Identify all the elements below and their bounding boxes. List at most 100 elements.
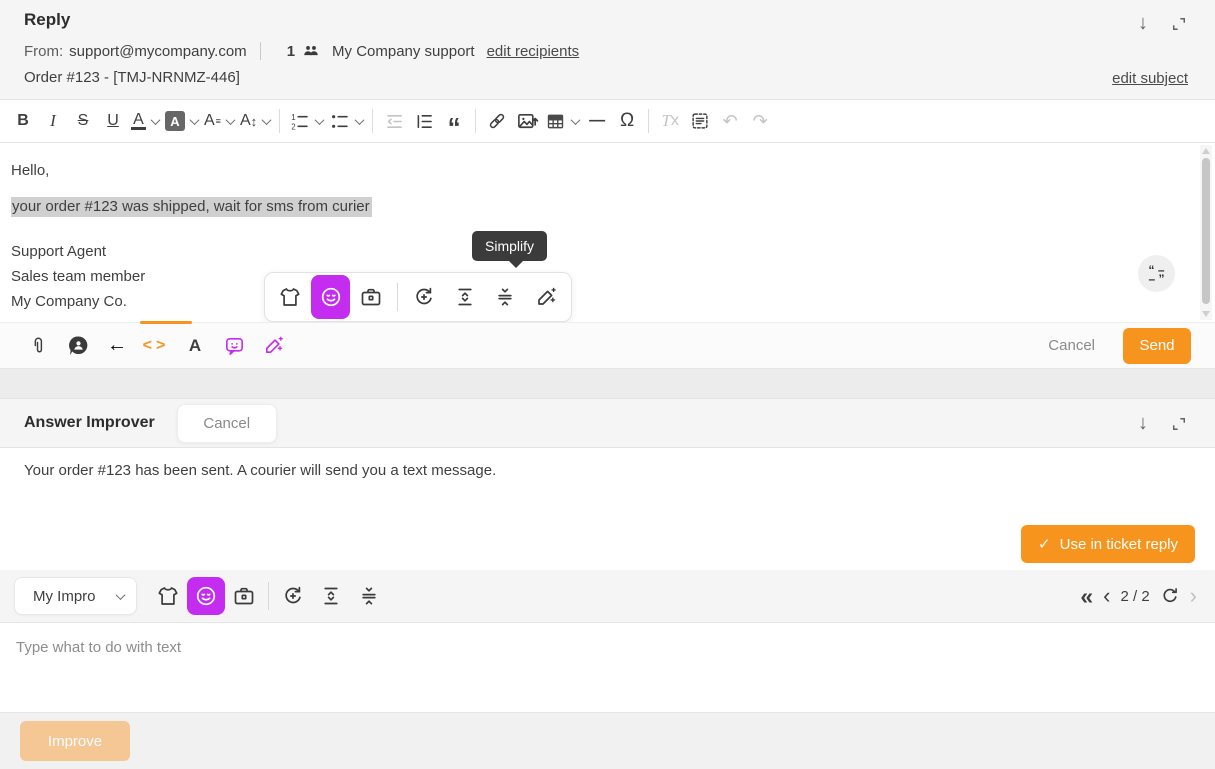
cancel-button[interactable]: Cancel — [1048, 337, 1095, 354]
expand-text-icon — [319, 584, 343, 608]
source-code-button[interactable]: <> — [141, 329, 171, 363]
chevron-down-icon — [315, 115, 325, 125]
improver-header-actions: ↓ — [1138, 399, 1188, 448]
simplify-icon — [493, 285, 517, 309]
expand-text-button[interactable] — [446, 275, 484, 319]
use-in-ticket-reply-button[interactable]: ✓ Use in ticket reply — [1021, 525, 1195, 563]
bold-icon: B — [17, 112, 29, 130]
simplify-button[interactable] — [486, 275, 524, 319]
omega-icon: Ω — [620, 110, 634, 132]
rephrase-icon — [412, 285, 436, 309]
undo-icon: ↶ — [723, 111, 738, 132]
improver-cancel-button[interactable]: Cancel — [177, 404, 277, 443]
horizontal-line-button[interactable]: — — [582, 104, 612, 138]
regenerate-button[interactable] — [1160, 586, 1180, 606]
numbered-list-button[interactable]: 12 — [286, 104, 326, 138]
canned-response-button[interactable] — [63, 329, 93, 363]
result-counter: 2 / 2 — [1120, 588, 1149, 605]
toolbar-separator — [372, 109, 373, 133]
text-mode-button[interactable]: A — [180, 329, 210, 363]
format-toolbar: B I S U A A A≡ A↕ 12 “ — [0, 99, 1215, 143]
ai-floating-toolbar — [264, 272, 572, 322]
answer-improver-panel: Answer Improver Cancel ↓ Your order #123… — [0, 399, 1215, 769]
font-family-lines-icon: ≡ — [216, 116, 221, 126]
improver-input-area — [0, 623, 1215, 712]
improver-preset-select[interactable]: My Impro — [14, 577, 137, 615]
magic-pen-icon — [262, 334, 285, 357]
editor-scrollbar[interactable] — [1200, 145, 1212, 320]
undo-button[interactable]: ↶ — [715, 104, 745, 138]
expand-button[interactable] — [1170, 15, 1188, 33]
edit-subject-link[interactable]: edit subject — [1112, 70, 1188, 87]
expand-text-icon — [453, 285, 477, 309]
casual-tone-button[interactable] — [149, 577, 187, 615]
rephrase-button[interactable] — [405, 275, 443, 319]
professional-tone-button[interactable] — [225, 577, 263, 615]
toolbar-separator — [397, 283, 398, 311]
bot-chat-icon — [223, 334, 246, 357]
rephrase-button[interactable] — [274, 577, 312, 615]
from-label: From: — [24, 43, 63, 60]
first-result-button[interactable]: « — [1080, 586, 1093, 606]
strikethrough-button[interactable]: S — [68, 104, 98, 138]
font-size-arrow-icon: ↕ — [251, 114, 258, 129]
canned-quotes-button[interactable]: “ – – ” — [1138, 255, 1175, 292]
expand-text-button[interactable] — [312, 577, 350, 615]
scroll-up-arrow[interactable] — [1202, 148, 1210, 154]
briefcase-icon — [232, 584, 256, 608]
toolbar-separator — [268, 582, 269, 610]
signature-line: Support Agent — [11, 239, 1191, 264]
underline-button[interactable]: U — [98, 104, 128, 138]
font-color-button[interactable]: A — [128, 104, 162, 138]
font-size-button[interactable]: A↕ — [237, 104, 273, 138]
outdent-button[interactable] — [379, 104, 409, 138]
redo-icon: ↷ — [753, 111, 768, 132]
select-all-button[interactable] — [685, 104, 715, 138]
insert-reply-button[interactable]: ← — [102, 329, 132, 363]
collapse-download-button[interactable]: ↓ — [1138, 12, 1148, 35]
svg-text:2: 2 — [291, 122, 295, 131]
chat-person-icon — [66, 334, 90, 358]
casual-tone-button[interactable] — [271, 275, 309, 319]
recipients-group-icon — [302, 44, 320, 58]
remove-format-button[interactable]: Tx — [655, 104, 685, 138]
rephrase-icon — [281, 584, 305, 608]
improve-button[interactable]: Improve — [20, 721, 130, 761]
code-icon: <> — [143, 337, 170, 355]
send-button[interactable]: Send — [1123, 328, 1191, 364]
italic-button[interactable]: I — [38, 104, 68, 138]
bold-button[interactable]: B — [8, 104, 38, 138]
ai-improve-button[interactable] — [258, 329, 288, 363]
blockquote-button[interactable]: “ — [439, 104, 469, 138]
edit-recipients-link[interactable]: edit recipients — [487, 43, 580, 60]
collapse-download-button[interactable]: ↓ — [1138, 412, 1148, 435]
simplify-button[interactable] — [350, 577, 388, 615]
previous-result-button[interactable]: ‹ — [1103, 586, 1110, 606]
improver-instruction-input[interactable] — [0, 623, 1215, 712]
expand-button[interactable] — [1170, 415, 1188, 433]
scrollbar-thumb[interactable] — [1202, 158, 1210, 304]
reply-editor[interactable]: Hello, your order #123 was shipped, wait… — [0, 143, 1215, 322]
special-character-button[interactable]: Ω — [612, 104, 642, 138]
friendly-tone-button[interactable] — [187, 577, 225, 615]
indent-button[interactable] — [409, 104, 439, 138]
professional-tone-button[interactable] — [352, 275, 390, 319]
highlight-color-button[interactable]: A — [162, 104, 201, 138]
attach-file-button[interactable] — [24, 329, 54, 363]
redo-button[interactable]: ↷ — [745, 104, 775, 138]
paperclip-icon — [28, 335, 50, 357]
insert-table-button[interactable] — [542, 104, 582, 138]
panel-title: Reply — [24, 10, 1191, 30]
font-family-button[interactable]: A≡ — [201, 104, 237, 138]
scroll-down-arrow[interactable] — [1202, 311, 1210, 317]
ai-assistant-button[interactable] — [219, 329, 249, 363]
link-button[interactable] — [482, 104, 512, 138]
next-result-button[interactable]: › — [1190, 586, 1197, 606]
bulleted-list-button[interactable] — [326, 104, 366, 138]
reply-header: Reply From: support@mycompany.com 1 My C… — [0, 0, 1215, 99]
signature-line: Sales team member — [11, 264, 1191, 289]
friendly-tone-button[interactable] — [311, 275, 349, 319]
magic-edit-button[interactable] — [527, 275, 565, 319]
insert-image-button[interactable] — [512, 104, 542, 138]
briefcase-icon — [359, 285, 383, 309]
